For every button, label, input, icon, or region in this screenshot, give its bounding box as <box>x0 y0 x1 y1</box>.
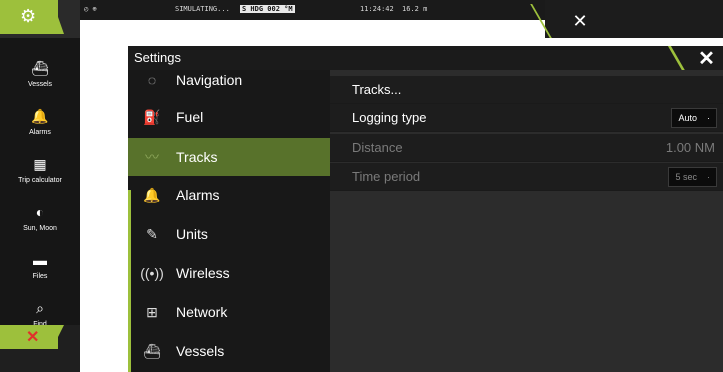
gear-icon: ⚙ <box>20 6 37 26</box>
sidebar-item-alarms[interactable]: 🔔 Alarms <box>0 88 80 136</box>
sidebar-item-label: Files <box>32 273 48 280</box>
heading-readout: S HDG 002 °M <box>240 5 295 13</box>
vessel-icon: ⛴ <box>143 342 161 359</box>
calculator-icon: ▦ <box>33 156 47 172</box>
tracks-row[interactable]: Tracks... <box>330 76 723 104</box>
network-icon: ⊞ <box>146 303 158 320</box>
menu-item-network[interactable]: ⊞ Network <box>128 293 330 331</box>
menu-item-label: Tracks <box>176 149 218 165</box>
dropdown-icon: · <box>707 172 710 182</box>
menu-item-label: Network <box>176 304 228 320</box>
sidebar-item-label: Alarms <box>29 129 51 136</box>
sidebar-item-trip-calculator[interactable]: ▦ Trip calculator <box>0 136 80 184</box>
folder-icon: ▬ <box>33 252 47 268</box>
menu-item-label: Units <box>176 226 208 242</box>
close-icon: ✕ <box>26 329 40 346</box>
fuel-icon: ⛽ <box>143 108 161 125</box>
time-period-label: Time period <box>352 169 421 184</box>
vessel-icon: ⛴ <box>31 60 49 76</box>
sidebar-item-files[interactable]: ▬ Files <box>0 232 80 280</box>
menu-item-label: Vessels <box>176 343 225 359</box>
logging-type-label: Logging type <box>352 110 427 125</box>
logging-type-select[interactable]: Auto · <box>671 108 717 128</box>
home-button[interactable]: ⚙ <box>0 0 58 34</box>
time-period-value: 5 sec <box>675 172 697 182</box>
home-tab-edge <box>52 0 64 34</box>
close-tab-edge <box>52 325 64 349</box>
status-icons: ◴ ⊕ <box>84 5 97 13</box>
menu-item-vessels[interactable]: ⛴ Vessels <box>128 332 330 370</box>
sidebar-item-label: Sun, Moon <box>23 225 57 232</box>
menu-item-label: Alarms <box>176 187 220 203</box>
distance-value: 1.00 NM <box>665 140 715 155</box>
distance-row: Distance 1.00 NM <box>330 134 723 162</box>
sidebar-item-vessels[interactable]: ⛴ Vessels <box>0 40 80 88</box>
sidebar-item-label: Trip calculator <box>18 177 62 184</box>
close-icon: ✕ <box>698 48 715 70</box>
time-period-row: Time period 5 sec · <box>330 163 723 191</box>
bg-window-close-button[interactable]: ✕ <box>560 8 600 34</box>
menu-item-label: Fuel <box>176 109 204 125</box>
menu-item-fuel[interactable]: ⛽ Fuel <box>128 98 330 136</box>
logging-type-value: Auto <box>678 113 697 123</box>
logging-type-row[interactable]: Logging type Auto · <box>330 104 723 132</box>
close-sidebar-button[interactable]: ✕ <box>0 325 58 349</box>
simulating-label: SIMULATING... <box>175 5 230 13</box>
time-period-select: 5 sec · <box>668 167 717 187</box>
menu-item-wireless[interactable]: ((•)) Wireless <box>128 254 330 292</box>
sidebar-item-find[interactable]: ⌕ Find <box>0 280 80 328</box>
bell-icon: 🔔 <box>31 108 49 124</box>
search-icon: ⌕ <box>36 300 44 316</box>
menu-item-tracks[interactable]: 〰 Tracks <box>128 138 330 176</box>
sun-moon-icon: ◐ <box>35 204 45 220</box>
tracks-label: Tracks... <box>352 82 402 97</box>
speed-readout: 16.2 m <box>402 5 428 13</box>
menu-item-navigation[interactable]: ◌ Navigation <box>128 61 330 99</box>
pencil-icon: ✎ <box>146 225 158 242</box>
wireless-icon: ((•)) <box>140 265 164 281</box>
dropdown-icon: · <box>707 113 710 123</box>
dialog-close-button[interactable]: ✕ <box>690 46 723 72</box>
menu-item-label: Wireless <box>176 265 230 281</box>
menu-item-label: Navigation <box>176 72 243 88</box>
close-icon: ✕ <box>572 11 588 31</box>
sidebar-item-sun-moon[interactable]: ◐ Sun, Moon <box>0 184 80 232</box>
menu-item-units[interactable]: ✎ Units <box>128 215 330 253</box>
bell-icon: 🔔 <box>143 186 161 203</box>
compass-icon: ◌ <box>147 72 157 88</box>
menu-item-alarms[interactable]: 🔔 Alarms <box>128 176 330 214</box>
distance-label: Distance <box>352 140 403 155</box>
tracks-icon: 〰 <box>145 149 159 165</box>
sidebar-item-label: Vessels <box>27 81 53 88</box>
time-readout: 11:24:42 <box>360 5 394 13</box>
